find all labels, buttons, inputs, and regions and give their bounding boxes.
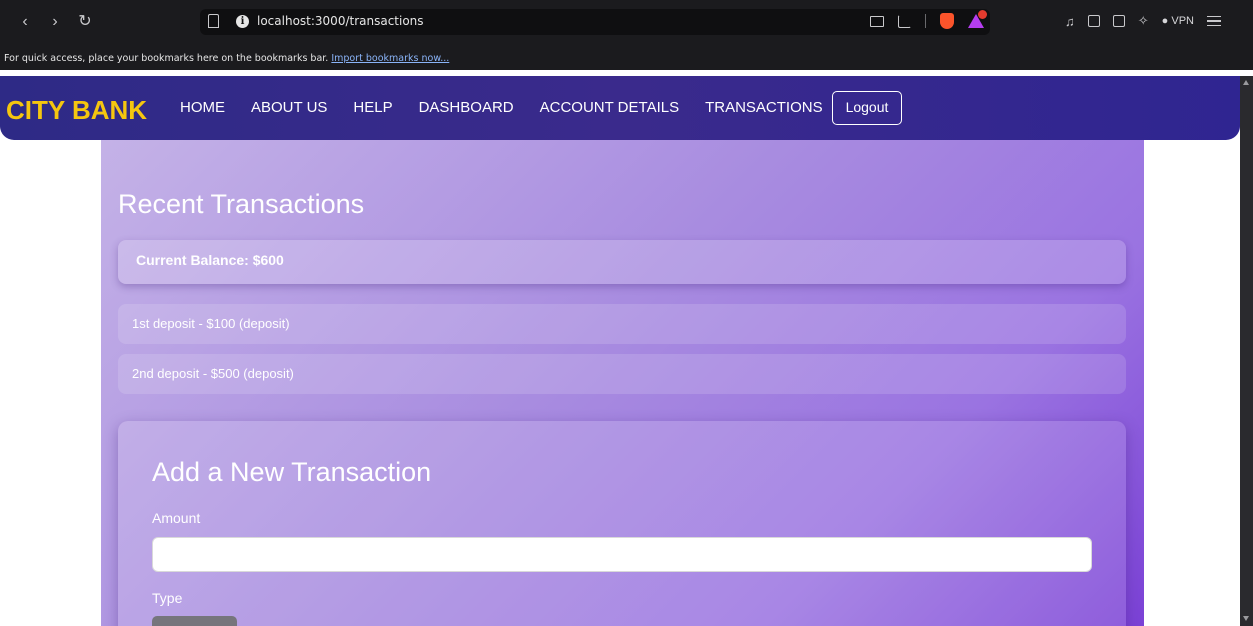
nav-account-details[interactable]: ACCOUNT DETAILS [540, 99, 679, 116]
brave-shields-icon[interactable] [940, 13, 954, 29]
transaction-text: 2nd deposit - $500 (deposit) [132, 366, 294, 381]
amount-label: Amount [152, 510, 201, 526]
bookmarks-message: For quick access, place your bookmarks h… [4, 53, 329, 64]
browser-nav-buttons: ‹ › ↻ [18, 12, 92, 32]
page-viewport: CITY BANK HOME ABOUT US HELP DASHBOARD A… [0, 76, 1253, 626]
bookmarks-bar: For quick access, place your bookmarks h… [0, 48, 1253, 70]
nav-help[interactable]: HELP [353, 99, 392, 116]
nav-home[interactable]: HOME [180, 99, 225, 116]
scroll-up-icon[interactable] [1243, 80, 1249, 85]
nav-dashboard[interactable]: DASHBOARD [419, 99, 514, 116]
form-title: Add a New Transaction [152, 457, 432, 487]
vpn-label: VPN [1171, 15, 1194, 27]
url-text[interactable]: localhost:3000/transactions [257, 14, 424, 28]
type-select[interactable] [152, 616, 237, 626]
main-menu: HOME ABOUT US HELP DASHBOARD ACCOUNT DET… [180, 99, 823, 116]
type-label: Type [152, 590, 183, 606]
page-scrollbar[interactable] [1240, 76, 1253, 626]
import-bookmarks-link[interactable]: Import bookmarks now... [331, 53, 449, 64]
logout-button[interactable]: Logout [832, 91, 902, 125]
amount-input[interactable] [152, 537, 1092, 572]
site-info-icon[interactable]: i [236, 15, 249, 28]
divider [925, 14, 926, 28]
media-icon[interactable]: ♫ [1065, 14, 1075, 29]
balance-card: Current Balance: $600 [118, 240, 1126, 284]
site-logo[interactable]: CITY BANK [6, 95, 147, 126]
transaction-text: 1st deposit - $100 (deposit) [132, 316, 290, 331]
extensions-icon[interactable]: ✧ [1138, 13, 1149, 29]
nav-transactions[interactable]: TRANSACTIONS [705, 99, 823, 116]
bookmarks-bar-message: For quick access, place your bookmarks h… [4, 53, 449, 64]
nav-about-us[interactable]: ABOUT US [251, 99, 327, 116]
browser-tools: ♫ ✧ ● VPN [1065, 13, 1221, 29]
cast-icon[interactable] [870, 15, 884, 27]
back-icon[interactable]: ‹ [18, 12, 32, 32]
transaction-item: 2nd deposit - $500 (deposit) [118, 354, 1126, 394]
wallet-icon[interactable] [1112, 15, 1125, 27]
notification-badge [978, 10, 987, 19]
transaction-item: 1st deposit - $100 (deposit) [118, 304, 1126, 344]
transactions-container: Recent Transactions Current Balance: $60… [101, 140, 1144, 626]
page-title: Recent Transactions [118, 189, 365, 219]
share-icon[interactable] [898, 14, 911, 28]
site-navbar: CITY BANK HOME ABOUT US HELP DASHBOARD A… [0, 76, 1240, 140]
address-bar-actions [870, 10, 987, 29]
scroll-down-icon[interactable] [1243, 616, 1249, 621]
bookmark-icon[interactable] [208, 14, 219, 28]
menu-icon[interactable] [1206, 15, 1221, 27]
current-balance: Current Balance: $600 [136, 252, 284, 268]
vpn-button[interactable]: ● VPN [1162, 15, 1194, 27]
forward-icon[interactable]: › [48, 12, 62, 32]
sidebar-icon[interactable] [1087, 15, 1100, 27]
browser-toolbar: ‹ › ↻ i localhost:3000/transactions ♫ ✧ … [0, 0, 1253, 48]
brave-rewards-icon[interactable] [968, 10, 987, 28]
reload-icon[interactable]: ↻ [78, 12, 92, 32]
add-transaction-form: Add a New Transaction Amount Type [118, 421, 1126, 626]
